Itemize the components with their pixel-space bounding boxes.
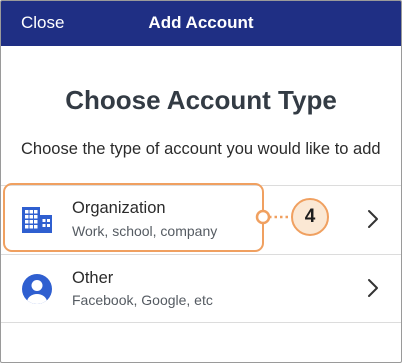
row-subtitle: Facebook, Google, etc — [72, 292, 213, 308]
row-subtitle: Work, school, company — [72, 223, 218, 239]
chevron-right-icon — [367, 278, 379, 298]
app-frame: Close Add Account Choose Account Type Ch… — [0, 0, 402, 363]
navigation-bar: Close Add Account — [1, 1, 401, 46]
annotation-connector — [255, 209, 291, 225]
account-type-other[interactable]: Other Facebook, Google, etc — [1, 254, 401, 322]
page-title: Choose Account Type — [65, 85, 337, 115]
row-title: Organization — [72, 199, 166, 217]
divider — [1, 322, 401, 323]
step-badge: 4 — [291, 198, 329, 236]
building-icon — [21, 203, 53, 235]
account-type-organization[interactable]: Organization Work, school, company — [1, 185, 401, 253]
page-subtitle: Choose the type of account you would lik… — [21, 140, 381, 158]
row-title: Other — [72, 269, 114, 287]
chevron-right-icon — [367, 209, 379, 229]
person-icon — [21, 273, 53, 305]
nav-title: Add Account — [148, 13, 254, 32]
